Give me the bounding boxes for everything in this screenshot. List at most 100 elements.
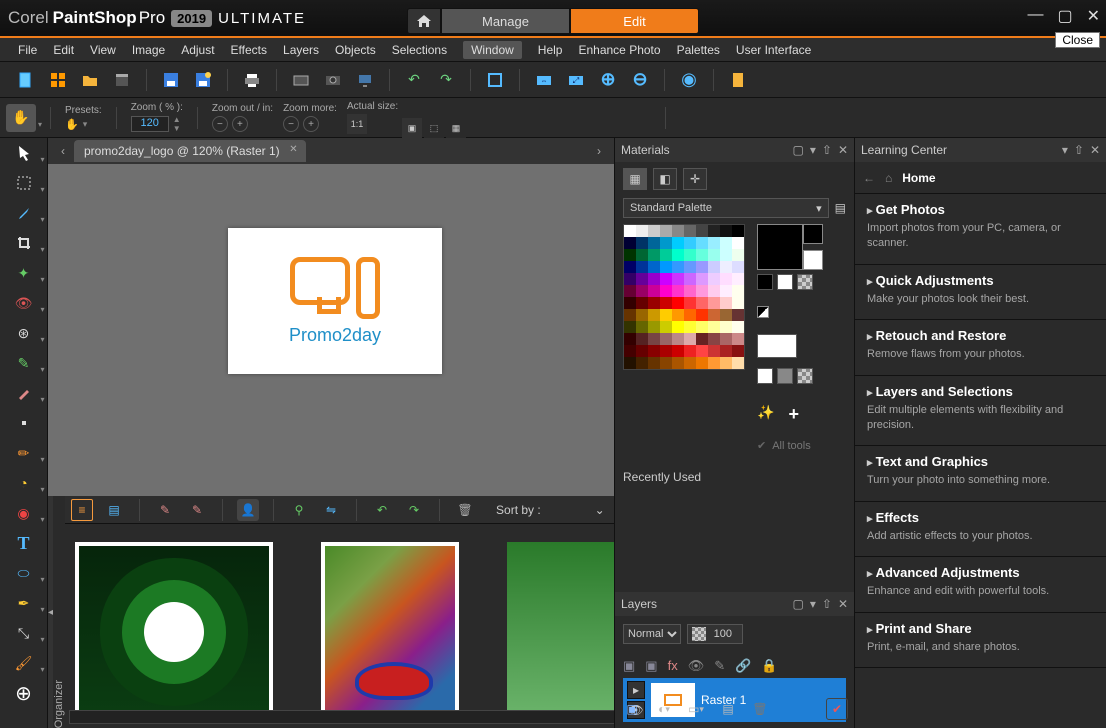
- swatch-cell[interactable]: [732, 237, 744, 249]
- edit-selection-button[interactable]: ✎: [714, 658, 725, 674]
- swatch-cell[interactable]: [696, 249, 708, 261]
- document-tab[interactable]: promo2day_logo @ 120% (Raster 1) ✕: [74, 140, 306, 162]
- swatch-cell[interactable]: [732, 273, 744, 285]
- new-layer-button[interactable]: ▣: [623, 658, 635, 674]
- swatch-cell[interactable]: [672, 225, 684, 237]
- swatch-cell[interactable]: [720, 225, 732, 237]
- org-rotate-left-button[interactable]: ↶: [371, 499, 393, 521]
- learn-back-button[interactable]: ←: [863, 171, 875, 185]
- visibility-button[interactable]: 👁: [688, 658, 705, 674]
- maximize-workspace-button[interactable]: [483, 68, 507, 92]
- menu-help[interactable]: Help: [538, 43, 563, 57]
- swatch-cell[interactable]: [708, 321, 720, 333]
- swatch-cell[interactable]: [720, 249, 732, 261]
- swatch-cell[interactable]: [720, 297, 732, 309]
- palette-menu-icon[interactable]: ▤: [835, 201, 846, 215]
- swatch-cell[interactable]: [636, 309, 648, 321]
- camera-button[interactable]: [321, 68, 345, 92]
- swatch-cell[interactable]: [684, 333, 696, 345]
- swatch-cell[interactable]: [684, 309, 696, 321]
- airbrush-tool[interactable]: [9, 409, 39, 437]
- zoom-out-button[interactable]: ⊖: [628, 68, 652, 92]
- paintbrush-tool[interactable]: ▾: [9, 379, 39, 407]
- bg-mini-2[interactable]: [803, 250, 823, 270]
- menu-file[interactable]: File: [18, 43, 37, 57]
- org-tag-button[interactable]: ✎: [186, 499, 208, 521]
- flood-fill-tool[interactable]: ◉▾: [9, 499, 39, 527]
- menu-palettes[interactable]: Palettes: [677, 43, 720, 57]
- swatch-cell[interactable]: [684, 345, 696, 357]
- swatch-cell[interactable]: [708, 357, 720, 369]
- org-share-button[interactable]: ⇋: [320, 499, 342, 521]
- swatch-cell[interactable]: [720, 321, 732, 333]
- swatch-cell[interactable]: [732, 357, 744, 369]
- swatch-cell[interactable]: [732, 297, 744, 309]
- saveas-button[interactable]: [191, 68, 215, 92]
- shape-tool[interactable]: ⬭▾: [9, 559, 39, 587]
- background-swatch[interactable]: [757, 334, 797, 358]
- merge-button[interactable]: ▤: [717, 698, 739, 720]
- thumb-item[interactable]: [321, 542, 459, 710]
- swatch-cell[interactable]: [732, 333, 744, 345]
- swatch-cell[interactable]: [684, 273, 696, 285]
- swatch-cell[interactable]: [732, 285, 744, 297]
- swatch-cell[interactable]: [624, 321, 636, 333]
- zoom-pct-input[interactable]: 120: [131, 116, 169, 132]
- org-detail-view-button[interactable]: ▤: [103, 499, 125, 521]
- panel-menu-icon[interactable]: ▾: [810, 143, 816, 157]
- print-button[interactable]: [240, 68, 264, 92]
- swatch-cell[interactable]: [708, 273, 720, 285]
- learn-section[interactable]: Text and GraphicsTurn your photo into so…: [855, 446, 1106, 501]
- swatch-cell[interactable]: [684, 321, 696, 333]
- swatch-cell[interactable]: [732, 345, 744, 357]
- effects-button[interactable]: fx: [668, 658, 678, 674]
- swatch-cell[interactable]: [696, 321, 708, 333]
- swatch-cell[interactable]: [696, 309, 708, 321]
- window-maximize-button[interactable]: ▢: [1057, 6, 1072, 26]
- swatch-cell[interactable]: [648, 321, 660, 333]
- open-button[interactable]: [78, 68, 102, 92]
- menu-image[interactable]: Image: [132, 43, 165, 57]
- swatch-cell[interactable]: [624, 345, 636, 357]
- swatch-cell[interactable]: [684, 225, 696, 237]
- twain-button[interactable]: [289, 68, 313, 92]
- pointer-tool[interactable]: ▾: [9, 139, 39, 167]
- window-minimize-button[interactable]: —: [1027, 6, 1043, 26]
- zoom-more-in-button[interactable]: +: [303, 116, 319, 132]
- menu-user-interface[interactable]: User Interface: [736, 43, 811, 57]
- menu-view[interactable]: View: [90, 43, 116, 57]
- zoom-in-button[interactable]: ⊕: [596, 68, 620, 92]
- undo-button[interactable]: ↶: [402, 68, 426, 92]
- all-tools-toggle[interactable]: ✔All tools: [757, 439, 823, 452]
- add-tools-button[interactable]: ⊕: [9, 679, 39, 707]
- swatch-white-2[interactable]: [757, 368, 773, 384]
- swatch-cell[interactable]: [696, 237, 708, 249]
- lighten-tool[interactable]: ✏▾: [9, 439, 39, 467]
- swatch-cell[interactable]: [708, 297, 720, 309]
- new-mask-button[interactable]: ▭▾: [685, 698, 707, 720]
- crop-tool[interactable]: ▾: [9, 229, 39, 257]
- swatch-cell[interactable]: [684, 237, 696, 249]
- swatch-cell[interactable]: [708, 261, 720, 273]
- swatch-cell[interactable]: [732, 249, 744, 261]
- lock-button[interactable]: 🔒: [761, 658, 777, 674]
- swatch-black[interactable]: [757, 274, 773, 290]
- swatch-cell[interactable]: [672, 249, 684, 261]
- swatch-cell[interactable]: [696, 333, 708, 345]
- swatch-cell[interactable]: [624, 297, 636, 309]
- menu-window[interactable]: Window: [463, 41, 522, 59]
- swatch-cell[interactable]: [696, 261, 708, 273]
- instant-effects-button[interactable]: ◉: [677, 68, 701, 92]
- swatch-cell[interactable]: [660, 357, 672, 369]
- swatch-cell[interactable]: [660, 285, 672, 297]
- swatch-cell[interactable]: [696, 225, 708, 237]
- swatch-white[interactable]: [777, 274, 793, 290]
- rainbow-tab[interactable]: ◧: [653, 168, 677, 190]
- swatch-cell[interactable]: [708, 309, 720, 321]
- swatch-cell[interactable]: [660, 249, 672, 261]
- swatch-cell[interactable]: [624, 237, 636, 249]
- panel-menu-icon[interactable]: ▾: [1062, 143, 1068, 157]
- learn-section[interactable]: Retouch and RestoreRemove flaws from you…: [855, 320, 1106, 375]
- swatch-cell[interactable]: [624, 261, 636, 273]
- swatch-cell[interactable]: [660, 309, 672, 321]
